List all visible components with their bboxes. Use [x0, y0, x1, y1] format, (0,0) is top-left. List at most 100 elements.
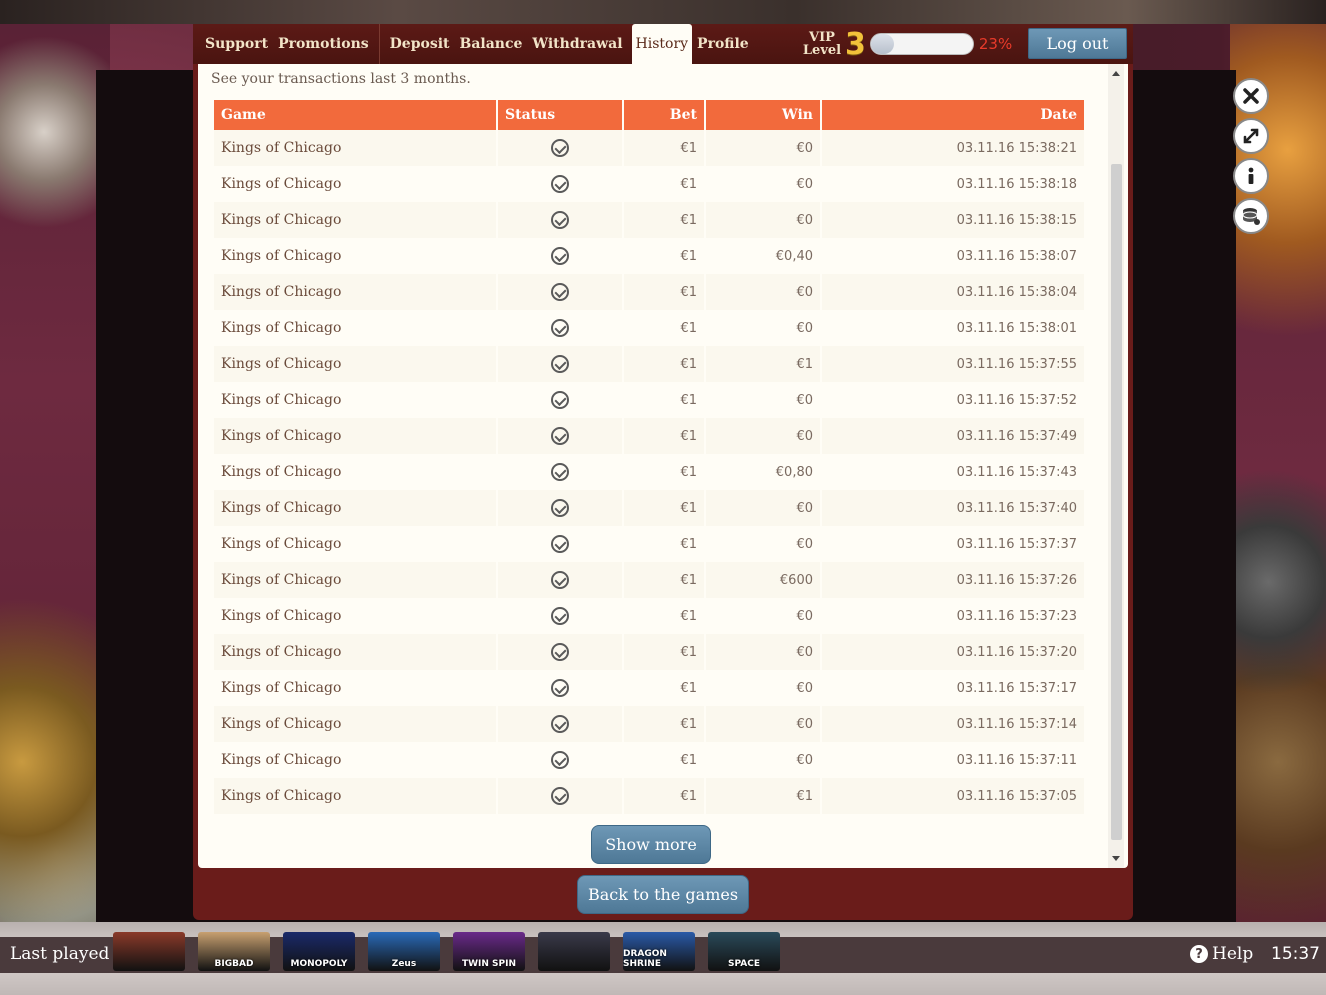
check-circle-icon	[551, 463, 569, 481]
check-circle-icon	[551, 355, 569, 373]
fullscreen-icon[interactable]	[1233, 118, 1269, 154]
cell-status	[498, 382, 622, 418]
cell-status	[498, 778, 622, 814]
cell-date: 03.11.16 15:37:52	[822, 382, 1084, 418]
cell-bet: €1	[624, 202, 704, 238]
game-thumb-label: DRAGON SHRINE	[623, 949, 667, 969]
cell-win: €600	[706, 562, 820, 598]
header-status: Status	[498, 100, 622, 130]
cell-bet: €1	[624, 778, 704, 814]
nav-group-account: Deposit Balance Withdrawal History Profi…	[385, 24, 754, 64]
cell-win: €0	[706, 490, 820, 526]
check-circle-icon	[551, 715, 569, 733]
cell-bet: €1	[624, 418, 704, 454]
cell-date: 03.11.16 15:38:15	[822, 202, 1084, 238]
game-thumb-warriors[interactable]	[538, 932, 610, 971]
cell-status	[498, 454, 622, 490]
table-row: Kings of Chicago €1 €0 03.11.16 15:38:01	[214, 310, 1084, 346]
cell-bet: €1	[624, 526, 704, 562]
check-circle-icon	[551, 499, 569, 517]
cell-status	[498, 346, 622, 382]
header-game: Game	[214, 100, 496, 130]
nav-withdrawal[interactable]: Withdrawal	[527, 24, 627, 64]
cell-status	[498, 166, 622, 202]
game-thumb-twinspin[interactable]: TWIN SPIN	[453, 932, 525, 971]
help-icon: ?	[1190, 945, 1208, 963]
cell-status	[498, 202, 622, 238]
cell-win: €1	[706, 346, 820, 382]
check-circle-icon	[551, 787, 569, 805]
cell-game: Kings of Chicago	[214, 166, 496, 202]
cell-date: 03.11.16 15:37:43	[822, 454, 1084, 490]
show-more-button[interactable]: Show more	[591, 825, 711, 864]
cell-date: 03.11.16 15:37:05	[822, 778, 1084, 814]
check-circle-icon	[551, 679, 569, 697]
cell-bet: €1	[624, 670, 704, 706]
cell-status	[498, 706, 622, 742]
info-icon[interactable]	[1233, 158, 1269, 194]
cell-game: Kings of Chicago	[214, 382, 496, 418]
nav-group-info: Support Promotions	[193, 24, 374, 64]
scrollbar-thumb[interactable]	[1111, 164, 1122, 840]
coins-icon[interactable]	[1233, 198, 1269, 234]
game-thumb-cowboy[interactable]	[113, 932, 185, 971]
back-to-games-button[interactable]: Back to the games	[577, 875, 749, 914]
vip-level: VIP Level 3 23%	[801, 24, 1012, 64]
nav-history[interactable]: History	[631, 24, 693, 64]
nav-promotions[interactable]: Promotions	[273, 24, 374, 64]
vip-progress-bar	[869, 33, 974, 55]
cell-date: 03.11.16 15:37:11	[822, 742, 1084, 778]
game-thumb-dragon-shrine[interactable]: DRAGON SHRINE	[623, 932, 695, 971]
cell-status	[498, 742, 622, 778]
check-circle-icon	[551, 607, 569, 625]
nav-profile[interactable]: Profile	[692, 24, 754, 64]
cell-game: Kings of Chicago	[214, 778, 496, 814]
cell-status	[498, 670, 622, 706]
cell-status	[498, 130, 622, 166]
history-content: See your transactions last 3 months. Gam…	[198, 64, 1128, 868]
background-decoration-left	[0, 24, 110, 924]
nav-support[interactable]: Support	[200, 24, 273, 64]
game-thumb-label: MONOPOLY	[290, 959, 348, 969]
top-strip	[0, 0, 1326, 24]
cell-bet: €1	[624, 382, 704, 418]
game-thumb-bigbad[interactable]: BIGBAD	[198, 932, 270, 971]
game-thumb-monopoly[interactable]: MONOPOLY	[283, 932, 355, 971]
table-row: Kings of Chicago €1 €0 03.11.16 15:37:11	[214, 742, 1084, 778]
cell-bet: €1	[624, 598, 704, 634]
table-row: Kings of Chicago €1 €0 03.11.16 15:37:20	[214, 634, 1084, 670]
cell-status	[498, 310, 622, 346]
vip-progress-fill	[870, 34, 895, 54]
cell-win: €1	[706, 778, 820, 814]
cell-bet: €1	[624, 742, 704, 778]
vip-label: VIP Level	[801, 31, 843, 57]
cell-win: €0	[706, 634, 820, 670]
logout-button[interactable]: Log out	[1028, 28, 1127, 59]
nav-balance[interactable]: Balance	[454, 24, 527, 64]
vip-level-number: 3	[845, 26, 866, 62]
cell-game: Kings of Chicago	[214, 418, 496, 454]
check-circle-icon	[551, 751, 569, 769]
cell-bet: €1	[624, 706, 704, 742]
help-button[interactable]: ? Help	[1190, 944, 1253, 964]
close-icon[interactable]	[1233, 78, 1269, 114]
table-row: Kings of Chicago €1 €0 03.11.16 15:38:04	[214, 274, 1084, 310]
scroll-up-arrow-icon[interactable]	[1112, 71, 1120, 76]
cell-win: €0	[706, 706, 820, 742]
content-scrollbar[interactable]	[1108, 64, 1124, 868]
table-row: Kings of Chicago €1 €1 03.11.16 15:37:05	[214, 778, 1084, 814]
vip-progress-percent: 23%	[978, 35, 1013, 53]
scroll-down-arrow-icon[interactable]	[1112, 856, 1120, 861]
account-panel: Support Promotions Deposit Balance Withd…	[193, 24, 1133, 920]
table-row: Kings of Chicago €1 €0 03.11.16 15:37:52	[214, 382, 1084, 418]
cell-date: 03.11.16 15:37:26	[822, 562, 1084, 598]
cell-game: Kings of Chicago	[214, 634, 496, 670]
last-played-label: Last played	[10, 944, 110, 964]
game-thumb-label: TWIN SPIN	[461, 959, 517, 969]
cell-status	[498, 238, 622, 274]
nav-deposit[interactable]: Deposit	[385, 24, 455, 64]
game-thumb-space[interactable]: SPACE	[708, 932, 780, 971]
cell-date: 03.11.16 15:37:37	[822, 526, 1084, 562]
game-thumb-zeus[interactable]: Zeus	[368, 932, 440, 971]
cell-win: €0	[706, 382, 820, 418]
